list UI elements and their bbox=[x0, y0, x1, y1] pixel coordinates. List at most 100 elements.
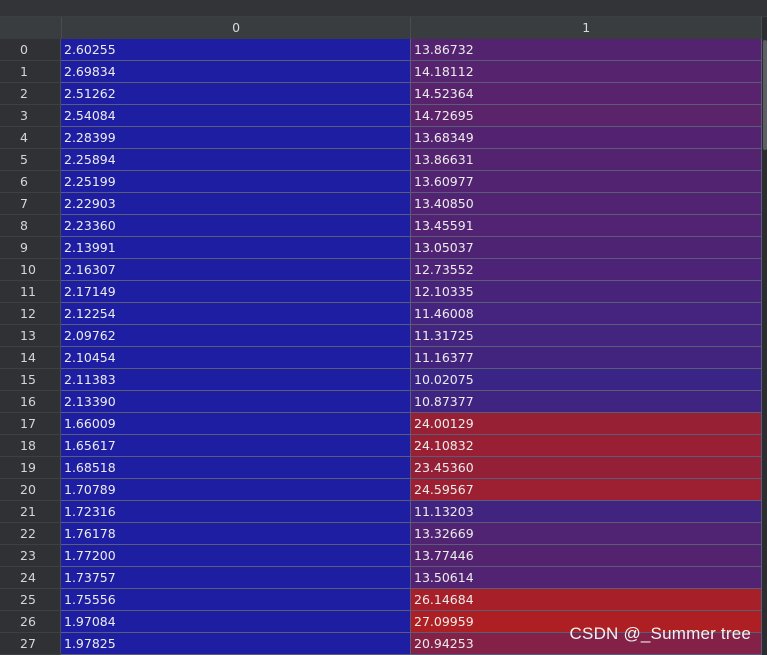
scrollbar-track bbox=[762, 523, 767, 545]
scrollbar-track bbox=[762, 589, 767, 611]
cell-col-1[interactable]: 23.45360 bbox=[411, 457, 762, 479]
table-row[interactable]: 14 2.10454 11.16377 bbox=[0, 347, 767, 369]
cell-col-1[interactable]: 13.45591 bbox=[411, 215, 762, 237]
table-row[interactable]: 9 2.13991 13.05037 bbox=[0, 237, 767, 259]
table-row[interactable]: 16 2.13390 10.87377 bbox=[0, 391, 767, 413]
cell-col-0[interactable]: 1.68518 bbox=[61, 457, 411, 479]
table-row[interactable]: 17 1.66009 24.00129 bbox=[0, 413, 767, 435]
table-row[interactable]: 25 1.75556 26.14684 bbox=[0, 589, 767, 611]
table-row[interactable]: 0 2.60255 13.86732 bbox=[0, 39, 767, 61]
cell-col-0[interactable]: 1.70789 bbox=[61, 479, 411, 501]
table-row[interactable]: 2 2.51262 14.52364 bbox=[0, 83, 767, 105]
cell-col-0[interactable]: 2.60255 bbox=[61, 39, 411, 61]
scrollbar-track bbox=[762, 633, 767, 655]
column-header-0[interactable]: 0 bbox=[62, 17, 412, 39]
cell-col-0[interactable]: 2.25894 bbox=[61, 149, 411, 171]
table-row[interactable]: 19 1.68518 23.45360 bbox=[0, 457, 767, 479]
cell-col-1[interactable]: 13.40850 bbox=[411, 193, 762, 215]
cell-col-0[interactable]: 2.16307 bbox=[61, 259, 411, 281]
table-row[interactable]: 24 1.73757 13.50614 bbox=[0, 567, 767, 589]
table-row[interactable]: 3 2.54084 14.72695 bbox=[0, 105, 767, 127]
cell-col-1[interactable]: 24.59567 bbox=[411, 479, 762, 501]
cell-col-1[interactable]: 11.13203 bbox=[411, 501, 762, 523]
cell-col-1[interactable]: 24.10832 bbox=[411, 435, 762, 457]
cell-col-1[interactable]: 13.60977 bbox=[411, 171, 762, 193]
cell-col-1[interactable]: 11.16377 bbox=[411, 347, 762, 369]
table-row[interactable]: 7 2.22903 13.40850 bbox=[0, 193, 767, 215]
cell-col-0[interactable]: 1.73757 bbox=[61, 567, 411, 589]
cell-col-0[interactable]: 2.28399 bbox=[61, 127, 411, 149]
table-row[interactable]: 23 1.77200 13.77446 bbox=[0, 545, 767, 567]
scrollbar-track bbox=[762, 457, 767, 479]
cell-col-1[interactable]: 26.14684 bbox=[411, 589, 762, 611]
cell-col-1[interactable]: 14.52364 bbox=[411, 83, 762, 105]
cell-col-1[interactable]: 13.86631 bbox=[411, 149, 762, 171]
table-row[interactable]: 18 1.65617 24.10832 bbox=[0, 435, 767, 457]
row-index: 12 bbox=[0, 303, 61, 325]
cell-col-1[interactable]: 14.72695 bbox=[411, 105, 762, 127]
cell-col-1[interactable]: 11.31725 bbox=[411, 325, 762, 347]
scrollbar-track bbox=[762, 215, 767, 237]
table-row[interactable]: 11 2.17149 12.10335 bbox=[0, 281, 767, 303]
table-row[interactable]: 21 1.72316 11.13203 bbox=[0, 501, 767, 523]
cell-col-0[interactable]: 1.66009 bbox=[61, 413, 411, 435]
column-header-1[interactable]: 1 bbox=[411, 17, 763, 39]
cell-col-1[interactable]: 12.10335 bbox=[411, 281, 762, 303]
table-row[interactable]: 4 2.28399 13.68349 bbox=[0, 127, 767, 149]
cell-col-0[interactable]: 1.75556 bbox=[61, 589, 411, 611]
cell-col-0[interactable]: 1.97825 bbox=[61, 633, 411, 655]
table-row[interactable]: 8 2.23360 13.45591 bbox=[0, 215, 767, 237]
row-index: 25 bbox=[0, 589, 61, 611]
cell-col-0[interactable]: 2.54084 bbox=[61, 105, 411, 127]
cell-col-0[interactable]: 1.65617 bbox=[61, 435, 411, 457]
cell-col-1[interactable]: 13.77446 bbox=[411, 545, 762, 567]
cell-col-1[interactable]: 10.87377 bbox=[411, 391, 762, 413]
cell-col-0[interactable]: 2.17149 bbox=[61, 281, 411, 303]
row-index: 1 bbox=[0, 61, 61, 83]
vertical-scrollbar[interactable] bbox=[763, 40, 767, 150]
cell-col-0[interactable]: 2.23360 bbox=[61, 215, 411, 237]
cell-col-0[interactable]: 2.69834 bbox=[61, 61, 411, 83]
scrollbar-track bbox=[762, 237, 767, 259]
cell-col-0[interactable]: 1.76178 bbox=[61, 523, 411, 545]
cell-col-0[interactable]: 1.72316 bbox=[61, 501, 411, 523]
row-index: 0 bbox=[0, 39, 61, 61]
cell-col-1[interactable]: 13.68349 bbox=[411, 127, 762, 149]
cell-col-0[interactable]: 2.25199 bbox=[61, 171, 411, 193]
table-row[interactable]: 15 2.11383 10.02075 bbox=[0, 369, 767, 391]
row-index: 4 bbox=[0, 127, 61, 149]
cell-col-0[interactable]: 1.77200 bbox=[61, 545, 411, 567]
table-row[interactable]: 20 1.70789 24.59567 bbox=[0, 479, 767, 501]
scrollbar-track-header bbox=[762, 17, 767, 39]
cell-col-1[interactable]: 14.18112 bbox=[411, 61, 762, 83]
cell-col-0[interactable]: 2.12254 bbox=[61, 303, 411, 325]
table-row[interactable]: 13 2.09762 11.31725 bbox=[0, 325, 767, 347]
cell-col-0[interactable]: 2.13390 bbox=[61, 391, 411, 413]
table-row[interactable]: 22 1.76178 13.32669 bbox=[0, 523, 767, 545]
scrollbar-track bbox=[762, 303, 767, 325]
cell-col-0[interactable]: 1.97084 bbox=[61, 611, 411, 633]
cell-col-1[interactable]: 24.00129 bbox=[411, 413, 762, 435]
cell-col-1[interactable]: 13.05037 bbox=[411, 237, 762, 259]
row-index: 19 bbox=[0, 457, 61, 479]
cell-col-0[interactable]: 2.22903 bbox=[61, 193, 411, 215]
cell-col-0[interactable]: 2.11383 bbox=[61, 369, 411, 391]
table-row[interactable]: 6 2.25199 13.60977 bbox=[0, 171, 767, 193]
row-index: 13 bbox=[0, 325, 61, 347]
table-row[interactable]: 10 2.16307 12.73552 bbox=[0, 259, 767, 281]
cell-col-0[interactable]: 2.09762 bbox=[61, 325, 411, 347]
cell-col-1[interactable]: 13.50614 bbox=[411, 567, 762, 589]
row-index: 24 bbox=[0, 567, 61, 589]
cell-col-1[interactable]: 10.02075 bbox=[411, 369, 762, 391]
cell-col-0[interactable]: 2.10454 bbox=[61, 347, 411, 369]
cell-col-1[interactable]: 12.73552 bbox=[411, 259, 762, 281]
cell-col-1[interactable]: 13.86732 bbox=[411, 39, 762, 61]
cell-col-1[interactable]: 11.46008 bbox=[411, 303, 762, 325]
cell-col-0[interactable]: 2.13991 bbox=[61, 237, 411, 259]
table-row[interactable]: 1 2.69834 14.18112 bbox=[0, 61, 767, 83]
cell-col-1[interactable]: 13.32669 bbox=[411, 523, 762, 545]
scrollbar-track bbox=[762, 567, 767, 589]
table-row[interactable]: 12 2.12254 11.46008 bbox=[0, 303, 767, 325]
cell-col-0[interactable]: 2.51262 bbox=[61, 83, 411, 105]
table-row[interactable]: 5 2.25894 13.86631 bbox=[0, 149, 767, 171]
